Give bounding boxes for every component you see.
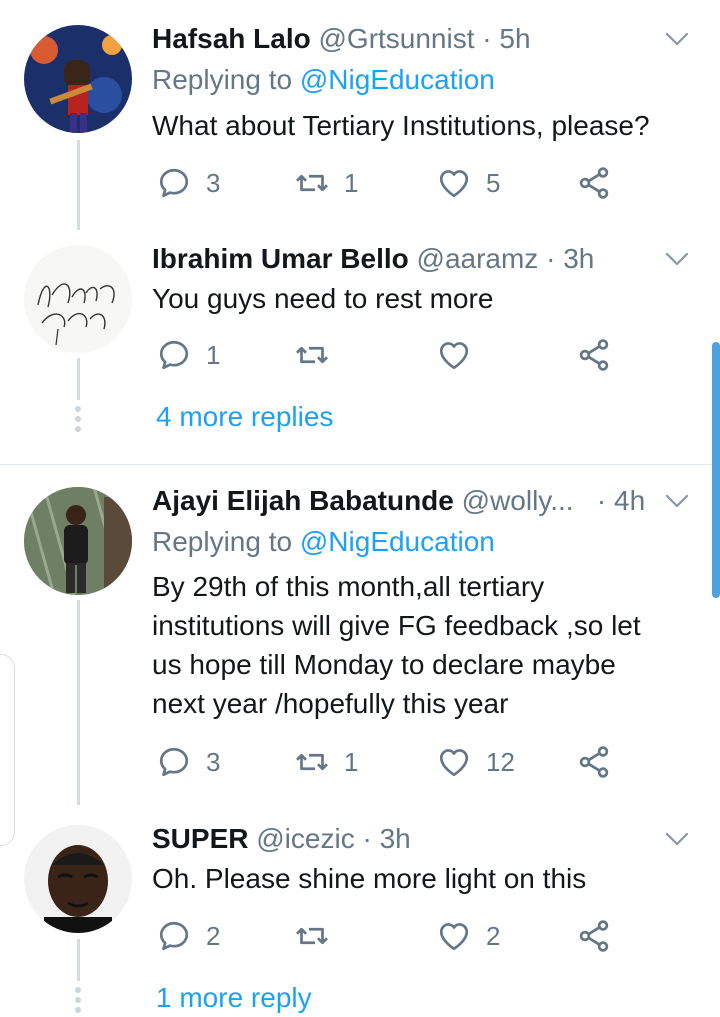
retweet-button[interactable] [294,335,344,375]
heart-icon [436,744,472,780]
tweet-actions: 3 1 5 [152,163,632,203]
like-count: 12 [486,746,515,777]
more-replies-link[interactable]: 4 more replies [156,400,333,434]
chevron-down-icon[interactable] [662,24,692,54]
share-button[interactable] [576,916,612,956]
chevron-down-icon[interactable] [662,824,692,854]
tweet-header: Ajayi Elijah Babatunde @wolly... · 4h [152,484,645,518]
replying-to: Replying to @NigEducation [152,525,495,559]
author-handle[interactable]: @Grtsunnist [318,23,474,54]
retweet-icon [294,744,330,780]
reply-button[interactable]: 1 [156,335,220,375]
timestamp[interactable]: 5h [499,23,530,54]
share-button[interactable] [576,163,612,203]
reply-button[interactable]: 3 [156,163,220,203]
tweet[interactable]: SUPER @icezic · 3h Oh. Please shine more… [0,805,720,1013]
tweet-text: You guys need to rest more [152,283,494,314]
like-count: 2 [486,920,501,951]
reply-count: 2 [206,920,221,951]
tweet-text: Oh. Please shine more light on this [152,863,587,894]
tweet-actions: 3 1 12 [152,742,632,782]
share-icon [576,165,612,201]
like-button[interactable] [436,335,486,375]
reply-icon [156,337,192,373]
author-handle[interactable]: @aaramz [417,243,539,274]
mention-link[interactable]: @NigEducation [300,64,495,95]
chevron-down-icon[interactable] [662,244,692,274]
avatar[interactable] [24,245,132,353]
separator: · [589,485,615,516]
mention-link[interactable]: @NigEducation [300,526,495,557]
retweet-count: 1 [344,167,359,198]
retweet-icon [294,337,330,373]
tweet-text: By 29th of this month,all tertiary insti… [152,571,641,719]
tweet[interactable]: Ajayi Elijah Babatunde @wolly... · 4h Re… [0,465,720,805]
share-button[interactable] [576,335,612,375]
retweet-button[interactable] [294,916,344,956]
reply-count: 3 [206,746,221,777]
tweet[interactable]: Ibrahim Umar Bello @aaramz · 3h You guys… [0,230,720,465]
separator: · [354,823,380,854]
avatar[interactable] [24,487,132,595]
share-icon [576,744,612,780]
chevron-down-icon[interactable] [662,486,692,516]
heart-icon [436,918,472,954]
thread-line [77,600,80,805]
reply-count: 3 [206,167,221,198]
tweet-text: What about Tertiary Institutions, please… [152,110,650,141]
retweet-icon [294,918,330,954]
avatar[interactable] [24,25,132,133]
like-count: 5 [486,167,501,198]
replying-to: Replying to @NigEducation [152,63,495,97]
retweet-count: 1 [344,746,359,777]
reply-count: 1 [206,339,221,370]
share-icon [576,918,612,954]
more-replies-link[interactable]: 1 more reply [156,981,312,1015]
author-name[interactable]: Ibrahim Umar Bello [152,243,409,274]
more-indicator-dots [74,406,82,436]
author-handle[interactable]: @icezic [256,823,354,854]
like-button[interactable]: 2 [436,916,500,956]
timestamp[interactable]: 3h [563,243,594,274]
retweet-button[interactable]: 1 [294,163,358,203]
retweet-icon [294,165,330,201]
author-name[interactable]: Hafsah Lalo [152,23,311,54]
reply-icon [156,918,192,954]
tweet-actions: 1 [152,335,632,375]
thread-line [77,358,80,400]
tweet-header: SUPER @icezic · 3h [152,822,411,856]
reply-icon [156,744,192,780]
separator: · [538,243,564,274]
thread-line [77,939,80,981]
heart-icon [436,337,472,373]
timestamp[interactable]: 4h [614,485,645,516]
replying-to-label: Replying to [152,526,300,557]
tweet-header: Hafsah Lalo @Grtsunnist · 5h [152,22,531,56]
tweet-header: Ibrahim Umar Bello @aaramz · 3h [152,242,594,276]
timestamp[interactable]: 3h [380,823,411,854]
share-icon [576,337,612,373]
scrollbar[interactable] [712,342,720,598]
share-button[interactable] [576,742,612,782]
separator: · [474,23,500,54]
reply-icon [156,165,192,201]
reply-button[interactable]: 3 [156,742,220,782]
like-button[interactable]: 12 [436,742,515,782]
heart-icon [436,165,472,201]
avatar[interactable] [24,825,132,933]
like-button[interactable]: 5 [436,163,500,203]
author-name[interactable]: SUPER [152,823,248,854]
reply-button[interactable]: 2 [156,916,220,956]
thread-line [77,140,80,230]
author-name[interactable]: Ajayi Elijah Babatunde [152,485,454,516]
edge-panel-handle[interactable] [0,654,15,846]
tweet-actions: 2 2 [152,916,632,956]
replying-to-label: Replying to [152,64,300,95]
tweet[interactable]: Hafsah Lalo @Grtsunnist · 5h Replying to… [0,0,720,230]
retweet-button[interactable]: 1 [294,742,358,782]
author-handle[interactable]: @wolly... [462,485,574,516]
